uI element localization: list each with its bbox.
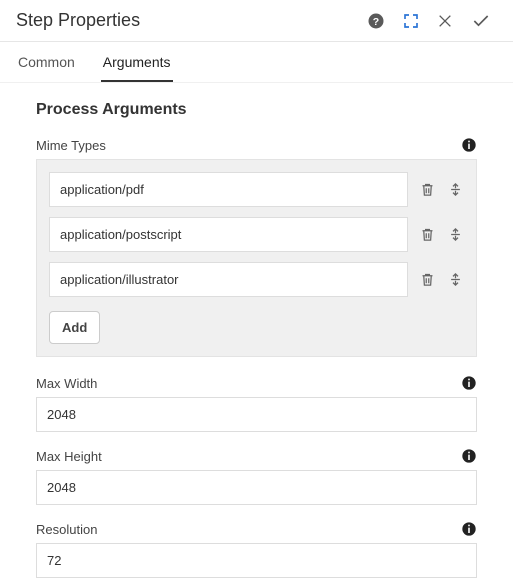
mime-types-multifield: Add xyxy=(36,159,477,357)
max-height-label: Max Height xyxy=(36,449,461,464)
max-height-input[interactable] xyxy=(36,470,477,505)
resolution-field: Resolution xyxy=(36,521,477,578)
trash-icon[interactable] xyxy=(418,227,436,242)
info-icon[interactable] xyxy=(461,137,477,153)
svg-text:?: ? xyxy=(373,15,379,27)
tabs-bar: Common Arguments xyxy=(0,42,513,83)
max-width-field: Max Width xyxy=(36,375,477,432)
fullscreen-icon[interactable] xyxy=(403,13,419,29)
trash-icon[interactable] xyxy=(418,272,436,287)
info-icon[interactable] xyxy=(461,375,477,391)
reorder-icon[interactable] xyxy=(446,227,464,242)
tab-arguments[interactable]: Arguments xyxy=(101,42,173,82)
dialog-header: Step Properties ? xyxy=(0,0,513,42)
reorder-icon[interactable] xyxy=(446,272,464,287)
resolution-label: Resolution xyxy=(36,522,461,537)
mime-row xyxy=(49,172,464,207)
info-icon[interactable] xyxy=(461,448,477,464)
reorder-icon[interactable] xyxy=(446,182,464,197)
help-icon[interactable]: ? xyxy=(367,12,385,30)
mime-types-label: Mime Types xyxy=(36,138,461,153)
mime-row xyxy=(49,217,464,252)
mime-input-1[interactable] xyxy=(49,217,408,252)
check-icon[interactable] xyxy=(471,11,491,31)
content-area: Process Arguments Mime Types xyxy=(0,83,513,578)
info-icon[interactable] xyxy=(461,521,477,537)
trash-icon[interactable] xyxy=(418,182,436,197)
add-button[interactable]: Add xyxy=(49,311,100,344)
max-width-input[interactable] xyxy=(36,397,477,432)
mime-input-0[interactable] xyxy=(49,172,408,207)
section-title: Process Arguments xyxy=(36,101,477,119)
resolution-input[interactable] xyxy=(36,543,477,578)
mime-types-field: Mime Types xyxy=(36,137,477,357)
tab-common[interactable]: Common xyxy=(16,42,77,82)
mime-row xyxy=(49,262,464,297)
close-icon[interactable] xyxy=(437,13,453,29)
max-width-label: Max Width xyxy=(36,376,461,391)
header-actions: ? xyxy=(367,11,491,31)
mime-input-2[interactable] xyxy=(49,262,408,297)
max-height-field: Max Height xyxy=(36,448,477,505)
dialog-title: Step Properties xyxy=(16,10,367,31)
